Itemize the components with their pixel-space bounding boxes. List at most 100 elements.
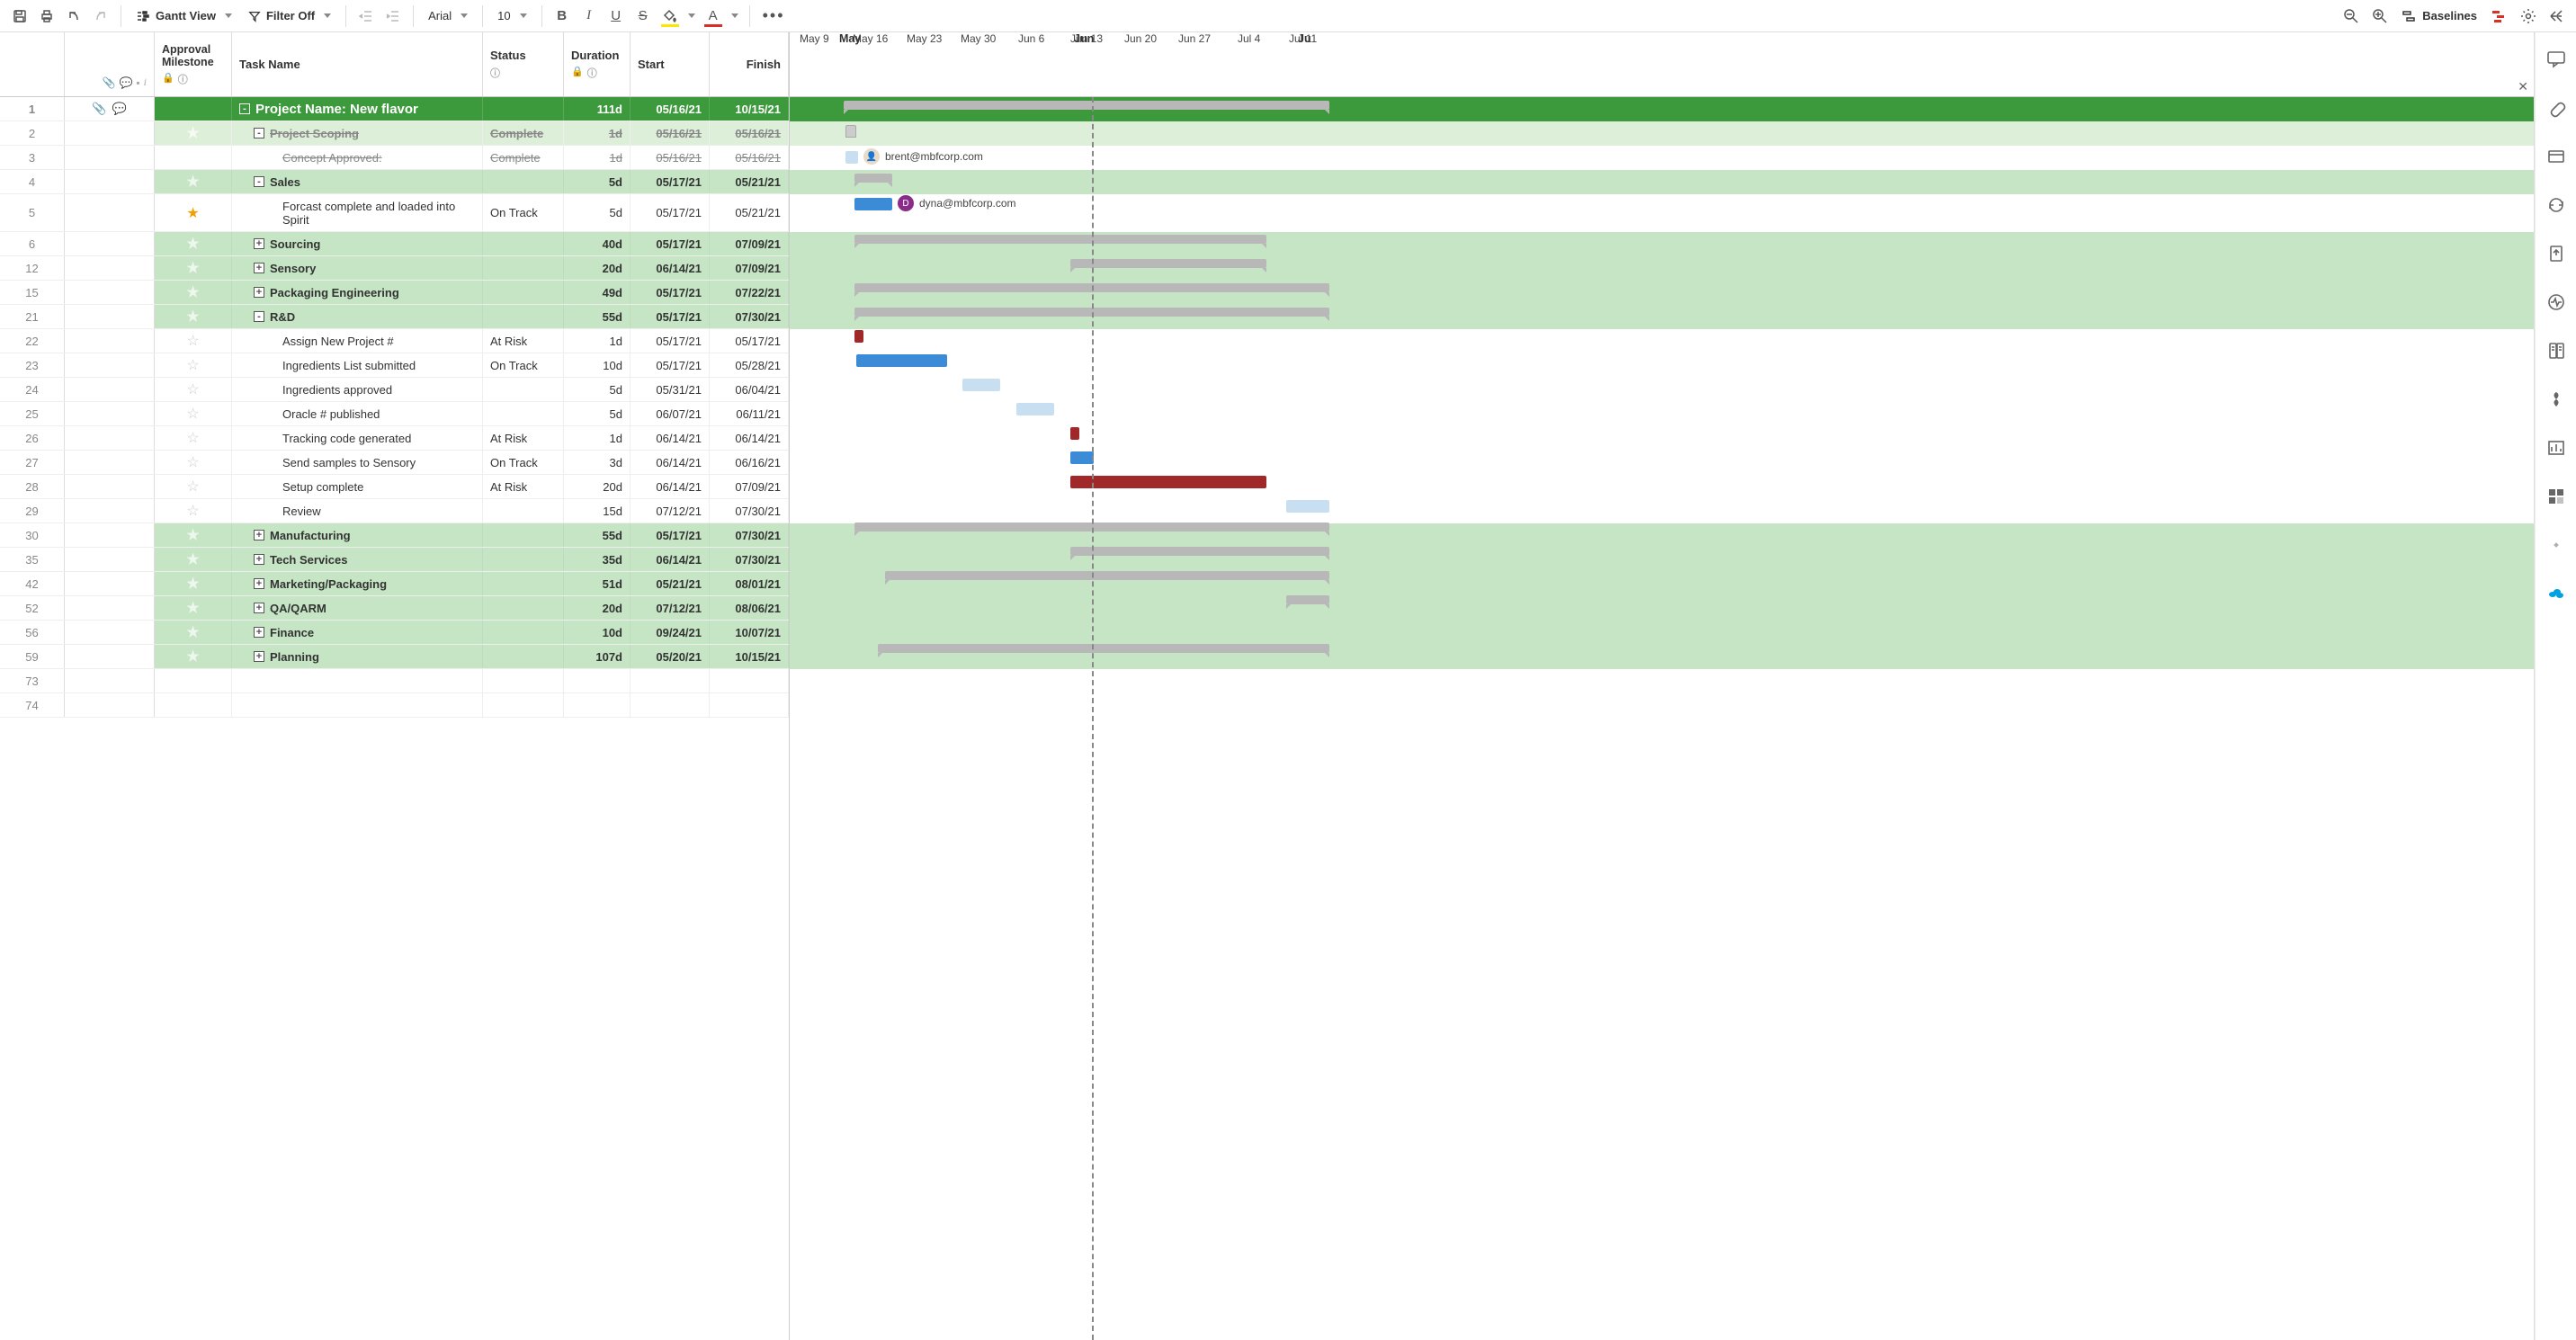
start-cell[interactable]: 05/17/21 [631,232,710,255]
row-number[interactable]: 35 [0,548,65,571]
status-cell[interactable] [483,378,564,401]
row-number[interactable]: 59 [0,645,65,668]
approval-cell[interactable] [155,693,232,717]
approval-cell[interactable]: ★ [155,523,232,547]
gantt-bar[interactable] [854,330,863,343]
start-cell[interactable]: 05/20/21 [631,645,710,668]
duration-cell[interactable]: 15d [564,499,631,523]
star-icon[interactable]: ★ [186,526,199,544]
row-number[interactable]: 6 [0,232,65,255]
start-cell[interactable]: 05/17/21 [631,305,710,328]
undo-button[interactable] [61,4,86,29]
status-cell[interactable]: On Track [483,353,564,377]
task-name-cell[interactable]: +Sourcing [232,232,483,255]
task-row[interactable]: 35★+Tech Services35d06/14/2107/30/21 [0,548,789,572]
start-cell[interactable]: 07/12/21 [631,499,710,523]
attachment-indicator-icon[interactable]: 📎 [92,102,106,116]
strikethrough-button[interactable]: S [631,4,656,29]
duration-cell[interactable]: 35d [564,548,631,571]
expand-toggle[interactable]: - [239,103,250,114]
gantt-bar[interactable] [854,198,892,210]
grid-body[interactable]: 1📎💬-Project Name: New flavor111d05/16/21… [0,97,789,1340]
finish-cell[interactable]: 06/16/21 [710,451,789,474]
finish-cell[interactable]: 10/07/21 [710,621,789,644]
gantt-bar[interactable] [1286,500,1329,513]
star-icon[interactable]: ☆ [186,429,199,447]
finish-cell[interactable]: 10/15/21 [710,97,789,121]
task-row[interactable]: 23☆Ingredients List submittedOn Track10d… [0,353,789,378]
row-number[interactable]: 24 [0,378,65,401]
approval-cell[interactable]: ★ [155,256,232,280]
status-column-header[interactable]: Status ⓘ [483,32,564,96]
start-cell[interactable]: 05/17/21 [631,329,710,353]
status-cell[interactable]: At Risk [483,426,564,450]
start-cell[interactable]: 06/07/21 [631,402,710,425]
task-row[interactable]: 2★-Project ScopingComplete1d05/16/2105/1… [0,121,789,146]
publish-button[interactable] [2544,241,2569,266]
format-button[interactable] [2544,484,2569,509]
start-cell[interactable]: 09/24/21 [631,621,710,644]
finish-cell[interactable]: 05/17/21 [710,329,789,353]
duration-cell[interactable]: 5d [564,378,631,401]
task-name-cell[interactable]: -Project Name: New flavor [232,97,483,121]
activity-log-button[interactable] [2544,290,2569,315]
duration-cell[interactable]: 51d [564,572,631,595]
font-selector[interactable]: Arial [421,4,475,29]
finish-cell[interactable]: 06/04/21 [710,378,789,401]
duration-column-header[interactable]: Duration 🔒 ⓘ [564,32,631,96]
status-cell[interactable] [483,170,564,193]
close-gantt-button[interactable]: ✕ [2518,79,2528,94]
task-row[interactable]: 42★+Marketing/Packaging51d05/21/2108/01/… [0,572,789,596]
status-cell[interactable]: On Track [483,194,564,231]
task-name-cell[interactable]: Setup complete [232,475,483,498]
start-cell[interactable]: 05/16/21 [631,121,710,145]
approval-cell[interactable]: ☆ [155,475,232,498]
bold-button[interactable]: B [550,4,575,29]
finish-cell[interactable]: 06/11/21 [710,402,789,425]
approval-cell[interactable]: ★ [155,170,232,193]
start-cell[interactable]: 06/14/21 [631,451,710,474]
gantt-milestone[interactable] [845,125,856,138]
duration-cell[interactable]: 40d [564,232,631,255]
resource-management-button[interactable] [2544,435,2569,460]
gantt-bar[interactable] [962,379,1000,391]
gantt-bar[interactable] [845,151,858,164]
start-cell[interactable]: 05/16/21 [631,97,710,121]
status-cell[interactable] [483,402,564,425]
duration-cell[interactable]: 55d [564,523,631,547]
star-icon[interactable]: ★ [186,235,199,253]
start-cell[interactable]: 05/17/21 [631,170,710,193]
star-icon[interactable]: ☆ [186,478,199,496]
filter-selector[interactable]: Filter Off [241,4,338,29]
task-name-cell[interactable]: Tracking code generated [232,426,483,450]
task-row[interactable]: 30★+Manufacturing55d05/17/2107/30/21 [0,523,789,548]
update-requests-button[interactable] [2544,192,2569,218]
view-selector[interactable]: Gantt View [129,4,239,29]
row-number[interactable]: 56 [0,621,65,644]
task-name-cell[interactable] [232,693,483,717]
start-cell[interactable]: 05/16/21 [631,146,710,169]
task-row[interactable]: 28☆Setup completeAt Risk20d06/14/2107/09… [0,475,789,499]
star-icon[interactable]: ☆ [186,405,199,423]
star-icon[interactable]: ★ [186,124,199,142]
task-row[interactable]: 5★Forcast complete and loaded into Spiri… [0,194,789,232]
approval-cell[interactable]: ★ [155,194,232,231]
task-name-cell[interactable]: +QA/QARM [232,596,483,620]
approval-column-header[interactable]: Approval Milestone 🔒 ⓘ [155,32,232,96]
task-row[interactable]: 24☆Ingredients approved5d05/31/2106/04/2… [0,378,789,402]
approval-cell[interactable]: ☆ [155,426,232,450]
duration-cell[interactable]: 3d [564,451,631,474]
task-row[interactable]: 3Concept Approved:Complete1d05/16/2105/1… [0,146,789,170]
row-number[interactable]: 22 [0,329,65,353]
row-number[interactable]: 74 [0,693,65,717]
approval-cell[interactable]: ★ [155,548,232,571]
status-cell[interactable] [483,256,564,280]
task-row[interactable]: 12★+Sensory20d06/14/2107/09/21 [0,256,789,281]
row-number[interactable]: 12 [0,256,65,280]
finish-cell[interactable]: 07/22/21 [710,281,789,304]
expand-toggle[interactable]: + [254,530,264,540]
finish-cell[interactable]: 05/16/21 [710,121,789,145]
italic-button[interactable]: I [577,4,602,29]
expand-toggle[interactable]: - [254,128,264,138]
start-cell[interactable]: 06/14/21 [631,426,710,450]
